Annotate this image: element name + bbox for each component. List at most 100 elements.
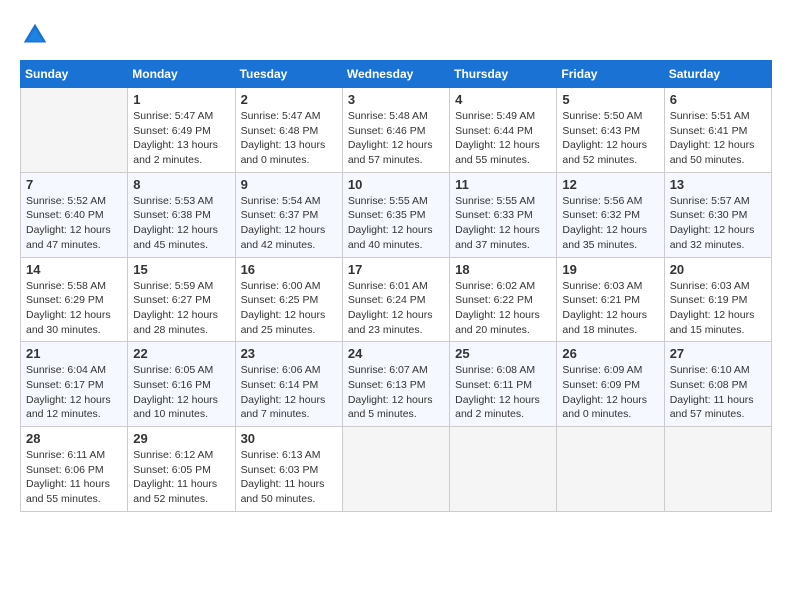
day-info: Sunrise: 6:06 AMSunset: 6:14 PMDaylight:… [241, 363, 337, 422]
day-info: Sunrise: 5:57 AMSunset: 6:30 PMDaylight:… [670, 194, 766, 253]
calendar-cell: 27 Sunrise: 6:10 AMSunset: 6:08 PMDayligh… [664, 342, 771, 427]
day-info: Sunrise: 6:04 AMSunset: 6:17 PMDaylight:… [26, 363, 122, 422]
calendar-cell [342, 427, 449, 512]
calendar-cell [557, 427, 664, 512]
header-friday: Friday [557, 61, 664, 88]
day-number: 18 [455, 262, 551, 277]
day-info: Sunrise: 6:10 AMSunset: 6:08 PMDaylight:… [670, 363, 766, 422]
calendar-cell: 18 Sunrise: 6:02 AMSunset: 6:22 PMDayligh… [450, 257, 557, 342]
day-info: Sunrise: 6:07 AMSunset: 6:13 PMDaylight:… [348, 363, 444, 422]
day-info: Sunrise: 6:08 AMSunset: 6:11 PMDaylight:… [455, 363, 551, 422]
header-saturday: Saturday [664, 61, 771, 88]
header-monday: Monday [128, 61, 235, 88]
calendar-cell: 14 Sunrise: 5:58 AMSunset: 6:29 PMDayligh… [21, 257, 128, 342]
calendar-cell: 28Sunrise: 6:11 AMSunset: 6:06 PMDayligh… [21, 427, 128, 512]
day-info: Sunrise: 5:55 AMSunset: 6:33 PMDaylight:… [455, 194, 551, 253]
header-thursday: Thursday [450, 61, 557, 88]
day-info: Sunrise: 6:12 AMSunset: 6:05 PMDaylight:… [133, 448, 229, 507]
day-number: 17 [348, 262, 444, 277]
week-row-1: 7 Sunrise: 5:52 AMSunset: 6:40 PMDaylight… [21, 172, 772, 257]
calendar-cell: 6 Sunrise: 5:51 AMSunset: 6:41 PMDaylight… [664, 88, 771, 173]
day-info: Sunrise: 6:03 AMSunset: 6:21 PMDaylight:… [562, 279, 658, 338]
calendar-cell: 3 Sunrise: 5:48 AMSunset: 6:46 PMDaylight… [342, 88, 449, 173]
day-number: 23 [241, 346, 337, 361]
calendar-cell: 13 Sunrise: 5:57 AMSunset: 6:30 PMDayligh… [664, 172, 771, 257]
calendar-cell: 15 Sunrise: 5:59 AMSunset: 6:27 PMDayligh… [128, 257, 235, 342]
day-info: Sunrise: 5:51 AMSunset: 6:41 PMDaylight:… [670, 109, 766, 168]
calendar-cell: 12 Sunrise: 5:56 AMSunset: 6:32 PMDayligh… [557, 172, 664, 257]
logo [20, 20, 56, 50]
day-info: Sunrise: 5:52 AMSunset: 6:40 PMDaylight:… [26, 194, 122, 253]
day-number: 2 [241, 92, 337, 107]
header-tuesday: Tuesday [235, 61, 342, 88]
calendar-cell: 2 Sunrise: 5:47 AMSunset: 6:48 PMDaylight… [235, 88, 342, 173]
day-info: Sunrise: 5:47 AMSunset: 6:48 PMDaylight:… [241, 109, 337, 168]
day-info: Sunrise: 6:02 AMSunset: 6:22 PMDaylight:… [455, 279, 551, 338]
day-info: Sunrise: 5:58 AMSunset: 6:29 PMDaylight:… [26, 279, 122, 338]
day-number: 11 [455, 177, 551, 192]
calendar-cell: 24Sunrise: 6:07 AMSunset: 6:13 PMDayligh… [342, 342, 449, 427]
day-number: 22 [133, 346, 229, 361]
day-number: 29 [133, 431, 229, 446]
day-info: Sunrise: 6:03 AMSunset: 6:19 PMDaylight:… [670, 279, 766, 338]
day-info: Sunrise: 5:59 AMSunset: 6:27 PMDaylight:… [133, 279, 229, 338]
day-info: Sunrise: 6:01 AMSunset: 6:24 PMDaylight:… [348, 279, 444, 338]
calendar-cell: 23 Sunrise: 6:06 AMSunset: 6:14 PMDayligh… [235, 342, 342, 427]
calendar-cell: 26Sunrise: 6:09 AMSunset: 6:09 PMDayligh… [557, 342, 664, 427]
calendar-cell: 10 Sunrise: 5:55 AMSunset: 6:35 PMDayligh… [342, 172, 449, 257]
day-number: 14 [26, 262, 122, 277]
day-info: Sunrise: 5:47 AMSunset: 6:49 PMDaylight:… [133, 109, 229, 168]
calendar-cell: 4 Sunrise: 5:49 AMSunset: 6:44 PMDaylight… [450, 88, 557, 173]
day-info: Sunrise: 5:56 AMSunset: 6:32 PMDaylight:… [562, 194, 658, 253]
day-number: 6 [670, 92, 766, 107]
week-row-4: 28Sunrise: 6:11 AMSunset: 6:06 PMDayligh… [21, 427, 772, 512]
day-info: Sunrise: 5:50 AMSunset: 6:43 PMDaylight:… [562, 109, 658, 168]
day-number: 1 [133, 92, 229, 107]
day-number: 12 [562, 177, 658, 192]
calendar-cell: 16Sunrise: 6:00 AMSunset: 6:25 PMDayligh… [235, 257, 342, 342]
calendar-header-row: SundayMondayTuesdayWednesdayThursdayFrid… [21, 61, 772, 88]
calendar-cell: 25Sunrise: 6:08 AMSunset: 6:11 PMDayligh… [450, 342, 557, 427]
day-number: 4 [455, 92, 551, 107]
calendar-cell: 1 Sunrise: 5:47 AMSunset: 6:49 PMDaylight… [128, 88, 235, 173]
day-info: Sunrise: 5:53 AMSunset: 6:38 PMDaylight:… [133, 194, 229, 253]
day-info: Sunrise: 5:54 AMSunset: 6:37 PMDaylight:… [241, 194, 337, 253]
day-number: 9 [241, 177, 337, 192]
week-row-2: 14 Sunrise: 5:58 AMSunset: 6:29 PMDayligh… [21, 257, 772, 342]
page-header [20, 20, 772, 50]
calendar-body: 1 Sunrise: 5:47 AMSunset: 6:49 PMDaylight… [21, 88, 772, 512]
day-info: Sunrise: 5:48 AMSunset: 6:46 PMDaylight:… [348, 109, 444, 168]
day-number: 13 [670, 177, 766, 192]
day-info: Sunrise: 6:09 AMSunset: 6:09 PMDaylight:… [562, 363, 658, 422]
calendar-cell: 8 Sunrise: 5:53 AMSunset: 6:38 PMDaylight… [128, 172, 235, 257]
logo-icon [20, 20, 50, 50]
calendar-cell: 19Sunrise: 6:03 AMSunset: 6:21 PMDayligh… [557, 257, 664, 342]
day-info: Sunrise: 5:49 AMSunset: 6:44 PMDaylight:… [455, 109, 551, 168]
day-info: Sunrise: 6:00 AMSunset: 6:25 PMDaylight:… [241, 279, 337, 338]
day-info: Sunrise: 5:55 AMSunset: 6:35 PMDaylight:… [348, 194, 444, 253]
day-number: 10 [348, 177, 444, 192]
calendar-cell: 20 Sunrise: 6:03 AMSunset: 6:19 PMDayligh… [664, 257, 771, 342]
day-number: 5 [562, 92, 658, 107]
calendar-cell: 11 Sunrise: 5:55 AMSunset: 6:33 PMDayligh… [450, 172, 557, 257]
day-number: 7 [26, 177, 122, 192]
calendar-cell: 5 Sunrise: 5:50 AMSunset: 6:43 PMDaylight… [557, 88, 664, 173]
day-info: Sunrise: 6:11 AMSunset: 6:06 PMDaylight:… [26, 448, 122, 507]
week-row-0: 1 Sunrise: 5:47 AMSunset: 6:49 PMDaylight… [21, 88, 772, 173]
calendar-cell: 9 Sunrise: 5:54 AMSunset: 6:37 PMDaylight… [235, 172, 342, 257]
day-number: 15 [133, 262, 229, 277]
calendar-cell: 29 Sunrise: 6:12 AMSunset: 6:05 PMDayligh… [128, 427, 235, 512]
calendar-cell: 22Sunrise: 6:05 AMSunset: 6:16 PMDayligh… [128, 342, 235, 427]
day-number: 8 [133, 177, 229, 192]
day-number: 27 [670, 346, 766, 361]
calendar-cell: 17 Sunrise: 6:01 AMSunset: 6:24 PMDayligh… [342, 257, 449, 342]
calendar-cell: 30Sunrise: 6:13 AMSunset: 6:03 PMDayligh… [235, 427, 342, 512]
header-sunday: Sunday [21, 61, 128, 88]
day-number: 3 [348, 92, 444, 107]
calendar-table: SundayMondayTuesdayWednesdayThursdayFrid… [20, 60, 772, 512]
day-number: 20 [670, 262, 766, 277]
calendar-cell [664, 427, 771, 512]
calendar-cell: 21 Sunrise: 6:04 AMSunset: 6:17 PMDayligh… [21, 342, 128, 427]
day-number: 21 [26, 346, 122, 361]
day-number: 30 [241, 431, 337, 446]
